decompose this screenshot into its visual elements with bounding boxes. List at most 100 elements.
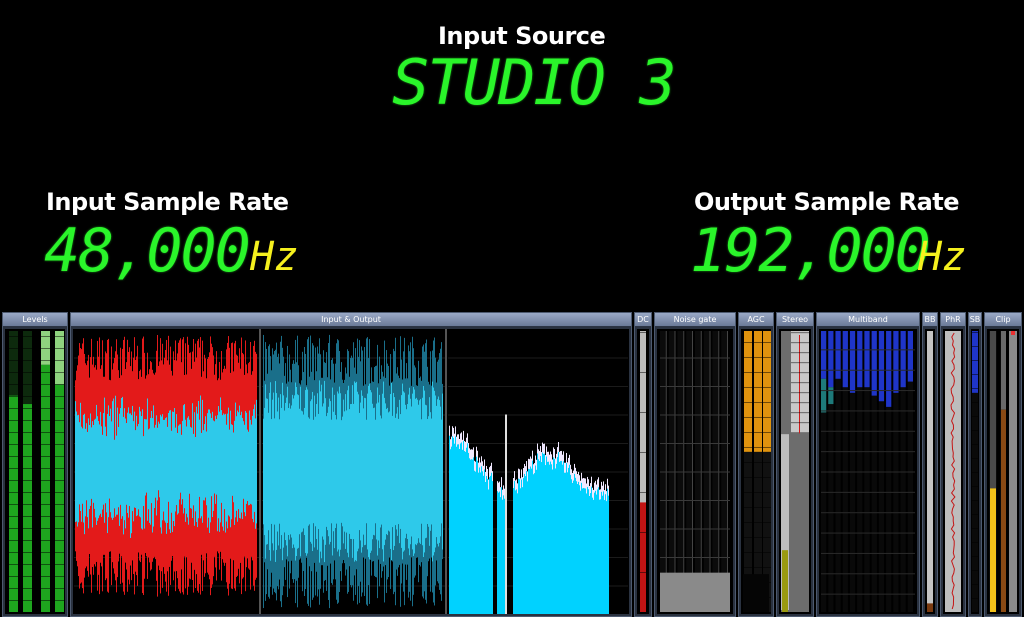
input-wave-cyan bbox=[212, 411, 213, 518]
input-wave-cyan bbox=[139, 406, 140, 517]
output-wave-cyan bbox=[440, 406, 441, 537]
spectrum-bar bbox=[491, 471, 492, 614]
output-wave-cyan bbox=[417, 399, 418, 544]
spectrum-peak bbox=[526, 461, 527, 472]
input-wave-cyan bbox=[247, 429, 248, 502]
spectrum-peak bbox=[541, 452, 542, 463]
spectrum-peak bbox=[486, 465, 487, 476]
output-wave-cyan bbox=[275, 381, 276, 562]
output-wave-cyan bbox=[340, 393, 341, 550]
spectrum-peak bbox=[584, 478, 585, 489]
output-wave-cyan bbox=[418, 404, 419, 539]
output-wave-cyan bbox=[394, 397, 395, 546]
spectrum-bar bbox=[593, 494, 594, 614]
spectrum-peak bbox=[469, 448, 470, 459]
input-wave-cyan bbox=[109, 416, 110, 499]
spectrum-peak bbox=[504, 488, 505, 499]
output-wave-cyan bbox=[309, 418, 310, 525]
input-wave-cyan bbox=[89, 425, 90, 510]
spectrum-peak bbox=[594, 482, 595, 493]
dc-panel: DC bbox=[634, 312, 652, 617]
output-wave-cyan bbox=[408, 394, 409, 549]
spectrum-peak bbox=[521, 469, 522, 480]
output-wave-cyan bbox=[383, 381, 384, 562]
input-wave-cyan bbox=[168, 412, 169, 502]
input-wave-cyan bbox=[180, 424, 181, 493]
output-wave-cyan bbox=[343, 399, 344, 544]
stereo-red-line bbox=[799, 335, 800, 434]
spectrum-peak bbox=[598, 477, 599, 488]
output-wave-cyan bbox=[393, 392, 394, 551]
output-wave-cyan bbox=[288, 407, 289, 536]
spectrum-peak bbox=[472, 449, 473, 460]
spectrum-peak bbox=[533, 464, 534, 475]
multiband-meter-fill bbox=[886, 331, 892, 407]
spectrum-peak bbox=[571, 469, 572, 480]
bb-title: BB bbox=[923, 313, 937, 327]
spectrum-bar bbox=[529, 468, 530, 614]
input-wave-cyan bbox=[84, 413, 85, 535]
spectrum-bar bbox=[483, 474, 484, 614]
output-wave-cyan bbox=[356, 381, 357, 562]
output-wave-cyan bbox=[318, 413, 319, 530]
spectrum-peak bbox=[485, 471, 486, 482]
output-wave-cyan bbox=[333, 411, 334, 532]
input-wave-cyan bbox=[114, 439, 115, 509]
input-wave-cyan bbox=[116, 435, 117, 515]
spectrum-bar bbox=[515, 487, 516, 614]
output-wave-cyan bbox=[387, 407, 388, 536]
spectrum-peak bbox=[586, 483, 587, 494]
spectrum-peak bbox=[603, 481, 604, 492]
output-sample-rate-label: Output Sample Rate bbox=[694, 188, 960, 216]
spectrum-peak bbox=[536, 459, 537, 470]
spectrum-bar bbox=[531, 461, 532, 614]
output-wave-cyan bbox=[281, 407, 282, 536]
spectrum-peak bbox=[596, 484, 597, 495]
output-wave-cyan bbox=[378, 402, 379, 541]
spectrum-peak bbox=[572, 472, 573, 483]
output-wave-cyan bbox=[402, 383, 403, 560]
spectrum-peak bbox=[529, 459, 530, 470]
output-wave-cyan bbox=[420, 399, 421, 544]
spectrum-bar bbox=[589, 486, 590, 614]
output-wave-cyan bbox=[302, 411, 303, 532]
spectrum-bar bbox=[594, 485, 595, 614]
input-wave-cyan bbox=[165, 418, 166, 523]
spectrum-bar bbox=[462, 440, 463, 614]
input-wave-cyan bbox=[246, 412, 247, 504]
output-wave-cyan bbox=[292, 394, 293, 549]
spectrum-peak bbox=[548, 451, 549, 462]
level-meter-fill bbox=[23, 404, 32, 612]
spectrum-bar bbox=[597, 488, 598, 614]
spectrum-peak bbox=[474, 460, 475, 471]
spectrum-bar bbox=[605, 490, 606, 614]
spectrum-bar bbox=[534, 467, 535, 614]
output-wave-cyan bbox=[374, 407, 375, 536]
output-sample-rate-value: 192,000 bbox=[690, 216, 931, 286]
input-wave-cyan bbox=[252, 415, 253, 519]
spectrum-peak bbox=[569, 454, 570, 465]
spectrum-peak bbox=[453, 427, 454, 438]
input-wave-cyan bbox=[77, 415, 78, 527]
spectrum-bar bbox=[513, 479, 514, 614]
phr-meter bbox=[943, 329, 963, 614]
output-wave-cyan bbox=[300, 386, 301, 557]
spectrum-peak bbox=[514, 471, 515, 482]
input-wave-cyan bbox=[183, 405, 184, 514]
spectrum-peak bbox=[461, 432, 462, 443]
multiband-teal bbox=[828, 387, 834, 405]
multiband-meter-fill bbox=[835, 331, 841, 379]
input-wave-cyan bbox=[150, 417, 151, 525]
input-wave-cyan bbox=[202, 399, 203, 523]
spectrum-peak bbox=[535, 455, 536, 466]
input-wave-cyan bbox=[192, 403, 193, 518]
input-wave-cyan bbox=[244, 424, 245, 513]
spectrum-peak bbox=[551, 454, 552, 465]
output-wave-cyan bbox=[308, 417, 309, 526]
output-wave-cyan bbox=[381, 418, 382, 525]
output-wave-cyan bbox=[307, 389, 308, 554]
output-wave-cyan bbox=[436, 405, 437, 538]
output-wave-cyan bbox=[429, 397, 430, 546]
spectrum-bar bbox=[452, 432, 453, 614]
multiband-title: Multiband bbox=[817, 313, 919, 327]
